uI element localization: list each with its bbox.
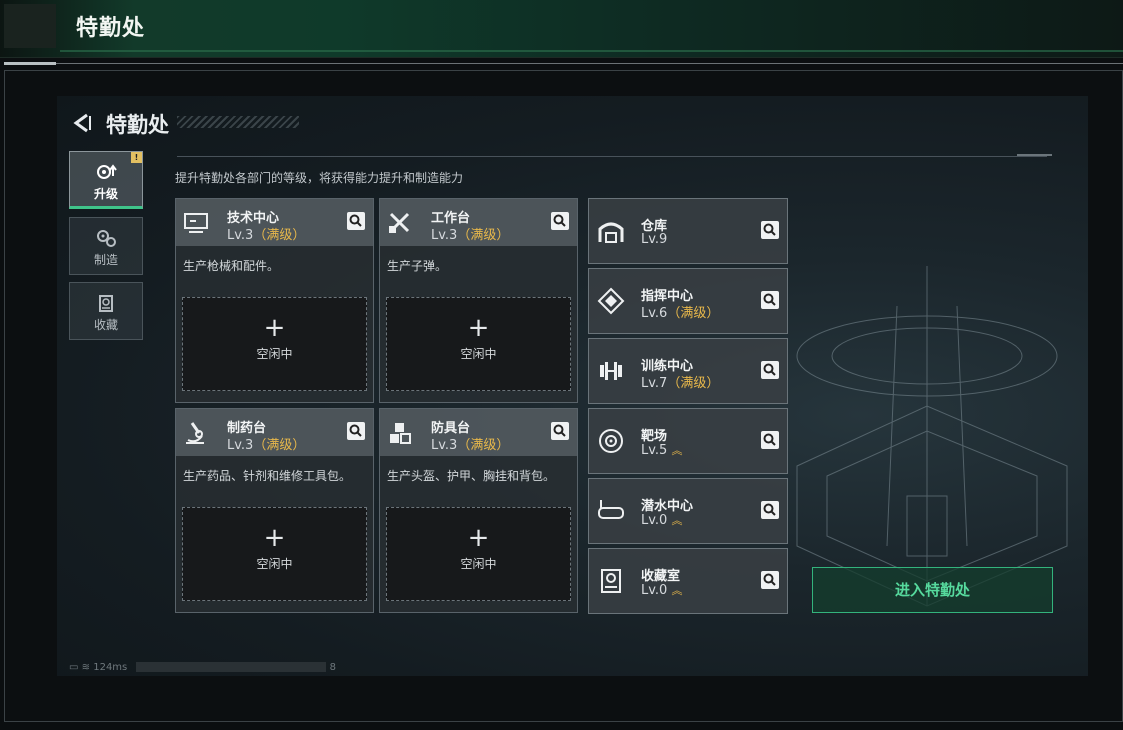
upgrade-gear-icon xyxy=(97,164,117,179)
status-bar: ▭ ≋ 124ms 8 xyxy=(69,662,336,673)
target-icon xyxy=(599,429,623,453)
production-slot[interactable]: + 空闲中 xyxy=(182,297,367,391)
max-level-label: （满级） xyxy=(667,306,720,321)
max-level-label: （满级） xyxy=(667,376,720,391)
upgrade-arrow-icon: ︽ xyxy=(671,514,683,527)
workshop-level: Lv.3（满级） xyxy=(227,438,306,453)
slot-status: 空闲中 xyxy=(460,557,497,571)
max-level-label: （满级） xyxy=(253,438,306,453)
production-slot[interactable]: + 空闲中 xyxy=(182,507,367,601)
slot-status: 空闲中 xyxy=(256,347,293,361)
card-header: 制药台 Lv.3（满级） xyxy=(176,409,373,456)
search-icon[interactable] xyxy=(761,431,779,449)
search-icon[interactable] xyxy=(761,221,779,239)
facility-level: Lv.5 ︽ xyxy=(641,443,683,458)
enter-special-ops-button[interactable]: 进入特勤处 xyxy=(812,567,1053,613)
card-header: 技术中心 Lv.3（满级） xyxy=(176,199,373,246)
tab-label: 制造 xyxy=(93,253,118,267)
wifi-icon: ≋ xyxy=(81,662,91,673)
collection-room-icon xyxy=(601,569,621,593)
workshop-card-pharmacy[interactable]: 制药台 Lv.3（满级） 生产药品、针剂和维修工具包。 + 空闲中 xyxy=(175,408,374,613)
search-icon[interactable] xyxy=(347,212,365,230)
diving-mask-icon xyxy=(598,500,624,519)
search-icon[interactable] xyxy=(761,571,779,589)
facility-command-center[interactable]: 指挥中心 Lv.6（满级） xyxy=(588,268,788,334)
title-stripes xyxy=(177,116,299,128)
tab-upgrade[interactable]: ! 升级 xyxy=(69,151,143,209)
search-icon[interactable] xyxy=(761,361,779,379)
tools-icon xyxy=(389,212,410,233)
card-header: 防具台 Lv.3（满级） xyxy=(380,409,577,456)
production-slot[interactable]: + 空闲中 xyxy=(386,507,571,601)
max-level-label: （满级） xyxy=(457,438,510,453)
add-icon: + xyxy=(263,523,286,553)
facility-training-center[interactable]: 训练中心 Lv.7（满级） xyxy=(588,338,788,404)
search-icon[interactable] xyxy=(761,291,779,309)
tab-collection[interactable]: 收藏 xyxy=(69,282,143,340)
upgrade-description: 提升特勤处各部门的等级，将获得能力提升和制造能力 xyxy=(175,171,464,185)
title-underline xyxy=(60,50,1123,52)
add-icon: + xyxy=(467,523,490,553)
add-icon: + xyxy=(467,313,490,343)
upgrade-arrow-icon: ︽ xyxy=(671,444,683,457)
facility-warehouse[interactable]: 仓库 Lv.9 xyxy=(588,198,788,264)
workshop-card-tech-center[interactable]: 技术中心 Lv.3（满级） 生产枪械和配件。 + 空闲中 xyxy=(175,198,374,403)
workshop-card-workbench[interactable]: 工作台 Lv.3（满级） 生产子弹。 + 空闲中 xyxy=(379,198,578,403)
facility-level: Lv.9 xyxy=(641,232,668,247)
window-tab-stub xyxy=(4,4,56,48)
status-digit: 8 xyxy=(329,662,337,673)
search-icon[interactable] xyxy=(761,501,779,519)
tab-label: 升级 xyxy=(93,187,118,201)
workshop-card-armor-bench[interactable]: 防具台 Lv.3（满级） 生产头盔、护甲、胸挂和背包。 + 空闲中 xyxy=(379,408,578,613)
game-screen: 特勤处 ! 升级 制造 收藏 提升特勤处各部门的等级，将获得能力提升和制造能力 xyxy=(57,96,1088,676)
window-title: 特勤处 xyxy=(76,16,146,41)
production-slot[interactable]: + 空闲中 xyxy=(386,297,571,391)
command-icon xyxy=(597,287,625,315)
ping-value: 124ms xyxy=(93,662,128,673)
computer-icon xyxy=(184,213,208,233)
tab-craft[interactable]: 制造 xyxy=(69,217,143,275)
tab-label: 收藏 xyxy=(93,318,118,332)
slot-status: 空闲中 xyxy=(256,557,293,571)
armor-cubes-icon xyxy=(390,423,411,444)
upgrade-arrow-icon: ︽ xyxy=(671,584,683,597)
facility-shooting-range[interactable]: 靶场 Lv.5 ︽ xyxy=(588,408,788,474)
facility-level: Lv.6（满级） xyxy=(641,306,720,321)
microscope-icon xyxy=(186,422,204,444)
collection-icon xyxy=(99,295,113,312)
window-divider xyxy=(4,62,56,65)
facility-level: Lv.0 ︽ xyxy=(641,513,683,528)
card-header: 工作台 Lv.3（满级） xyxy=(380,199,577,246)
facility-level: Lv.0 ︽ xyxy=(641,583,683,598)
workshop-description: 生产子弹。 xyxy=(387,259,448,273)
back-arrow-icon[interactable] xyxy=(71,112,93,134)
facility-collection-room[interactable]: 收藏室 Lv.0 ︽ xyxy=(588,548,788,614)
status-strip xyxy=(136,662,327,672)
workshop-description: 生产头盔、护甲、胸挂和背包。 xyxy=(387,469,556,483)
dumbbell-icon xyxy=(600,362,622,380)
workshop-level: Lv.3（满级） xyxy=(431,438,510,453)
notification-badge: ! xyxy=(131,152,142,163)
workshop-description: 生产枪械和配件。 xyxy=(183,259,280,273)
battery-icon: ▭ xyxy=(69,662,79,673)
facility-level: Lv.7（满级） xyxy=(641,376,720,391)
workshop-description: 生产药品、针剂和维修工具包。 xyxy=(183,469,352,483)
search-icon[interactable] xyxy=(347,422,365,440)
window-title-bar: 特勤处 xyxy=(0,0,1123,58)
window-divider-line xyxy=(56,63,1123,64)
header-line xyxy=(177,156,1047,157)
facility-diving-center[interactable]: 潜水中心 Lv.0 ︽ xyxy=(588,478,788,544)
workshop-level: Lv.3（满级） xyxy=(431,228,510,243)
add-icon: + xyxy=(263,313,286,343)
workshop-level: Lv.3（满级） xyxy=(227,228,306,243)
slot-status: 空闲中 xyxy=(460,347,497,361)
gears-icon xyxy=(97,230,116,247)
search-icon[interactable] xyxy=(551,422,569,440)
max-level-label: （满级） xyxy=(253,228,306,243)
max-level-label: （满级） xyxy=(457,228,510,243)
search-icon[interactable] xyxy=(551,212,569,230)
page-title: 特勤处 xyxy=(106,113,169,137)
warehouse-icon xyxy=(598,222,624,243)
header-line-accent xyxy=(1017,154,1052,156)
